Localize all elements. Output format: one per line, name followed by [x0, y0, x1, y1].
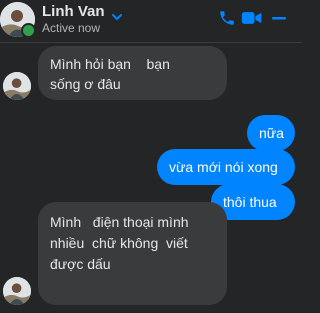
chat-header: Linh Van Active now	[0, 0, 301, 43]
video-icon[interactable]	[241, 9, 263, 27]
sender-avatar	[3, 72, 31, 100]
message-bubble-outgoing[interactable]: vừa mới nói xong	[157, 149, 295, 185]
message-bubble-incoming[interactable]: Mình hỏi bạn bạn sống ơ đâu	[38, 46, 227, 100]
sender-avatar	[3, 277, 31, 305]
contact-status: Active now	[42, 21, 101, 35]
message-bubble-incoming[interactable]: Mình điện thoại mình nhiều chữ không viế…	[38, 202, 227, 305]
minimize-icon[interactable]	[271, 9, 287, 27]
chevron-down-icon[interactable]	[110, 10, 124, 24]
online-status-dot	[21, 23, 36, 38]
contact-name[interactable]: Linh Van	[42, 3, 105, 21]
message-list[interactable]: Mình hỏi bạn bạn sống ơ đâu nữa vừa mới …	[0, 42, 301, 313]
phone-icon[interactable]	[218, 9, 236, 27]
message-bubble-outgoing[interactable]: nữa	[247, 115, 295, 151]
